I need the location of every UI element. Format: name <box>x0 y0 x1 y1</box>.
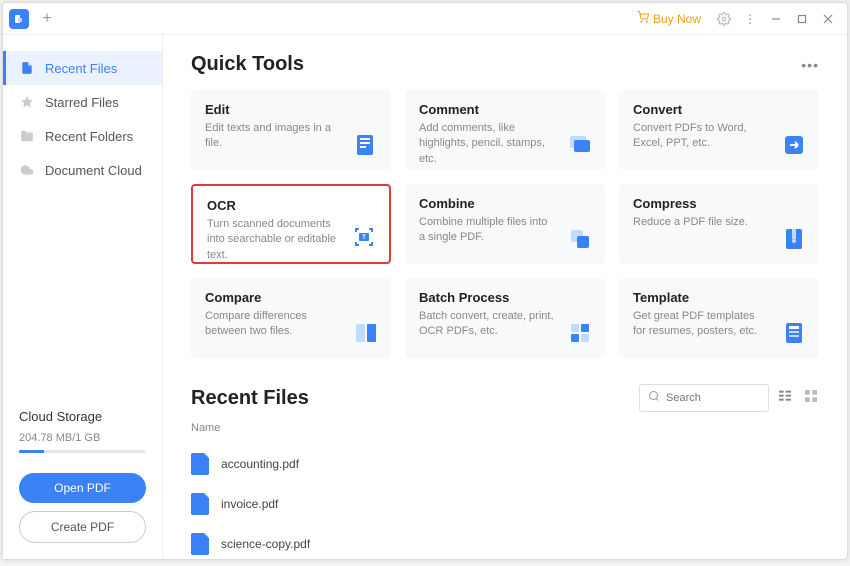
storage-value: 204.78 MB/1 GB <box>19 432 146 444</box>
sidebar-item-label: Document Cloud <box>45 163 142 178</box>
sidebar-item-recent-files[interactable]: Recent Files <box>3 51 162 85</box>
tool-compress[interactable]: Compress Reduce a PDF file size. <box>619 184 819 264</box>
column-header-name: Name <box>191 422 819 434</box>
cloud-storage: Cloud Storage 204.78 MB/1 GB <box>3 397 162 465</box>
buy-now-link[interactable]: Buy Now <box>637 11 701 26</box>
cart-icon <box>637 11 649 26</box>
tool-title: Convert <box>633 102 805 117</box>
convert-icon <box>781 132 807 158</box>
file-row[interactable]: science-copy.pdf <box>191 524 819 559</box>
sidebar-item-starred-files[interactable]: Starred Files <box>3 85 162 119</box>
grid-view-icon[interactable] <box>803 388 819 409</box>
cloud-icon <box>19 162 35 178</box>
new-tab-button[interactable]: + <box>37 9 57 29</box>
file-name: science-copy.pdf <box>221 537 310 551</box>
tool-desc: Get great PDF templates for resumes, pos… <box>633 309 805 340</box>
pdf-file-icon <box>191 493 209 515</box>
edit-icon <box>353 132 379 158</box>
buy-now-label: Buy Now <box>653 12 701 26</box>
sidebar: Recent Files Starred Files Recent Folder… <box>3 35 163 559</box>
tool-batch-process[interactable]: Batch Process Batch convert, create, pri… <box>405 278 605 358</box>
settings-gear-icon[interactable] <box>711 6 737 32</box>
template-icon <box>781 320 807 346</box>
minimize-button[interactable] <box>763 6 789 32</box>
search-box[interactable] <box>639 384 769 412</box>
tool-combine[interactable]: Combine Combine multiple files into a si… <box>405 184 605 264</box>
tool-desc: Add comments, like highlights, pencil, s… <box>419 121 591 167</box>
star-icon <box>19 94 35 110</box>
tool-title: Compare <box>205 290 377 305</box>
create-pdf-button[interactable]: Create PDF <box>19 511 146 543</box>
comment-icon <box>567 132 593 158</box>
titlebar: + Buy Now ⋮ <box>3 3 847 35</box>
app-logo-icon <box>9 9 29 29</box>
compress-icon <box>781 226 807 252</box>
sidebar-item-document-cloud[interactable]: Document Cloud <box>3 153 162 187</box>
tool-title: Template <box>633 290 805 305</box>
open-pdf-button[interactable]: Open PDF <box>19 473 146 503</box>
more-menu-icon[interactable]: ••• <box>801 57 819 73</box>
compare-icon <box>353 320 379 346</box>
combine-icon <box>567 226 593 252</box>
close-button[interactable] <box>815 6 841 32</box>
maximize-button[interactable] <box>789 6 815 32</box>
sidebar-item-label: Starred Files <box>45 95 119 110</box>
file-name: accounting.pdf <box>221 457 299 471</box>
pdf-file-icon <box>191 533 209 555</box>
tool-compare[interactable]: Compare Compare differences between two … <box>191 278 391 358</box>
ocr-icon: T <box>351 224 377 250</box>
file-row[interactable]: accounting.pdf <box>191 444 819 484</box>
pdf-file-icon <box>191 453 209 475</box>
tool-title: Combine <box>419 196 591 211</box>
tool-title: Batch Process <box>419 290 591 305</box>
tool-comment[interactable]: Comment Add comments, like highlights, p… <box>405 90 605 170</box>
list-view-icon[interactable] <box>777 388 793 409</box>
search-input[interactable] <box>666 392 756 404</box>
quick-tools-grid: Edit Edit texts and images in a file. Co… <box>191 90 819 358</box>
svg-text:T: T <box>362 235 366 241</box>
tool-desc: Combine multiple files into a single PDF… <box>419 215 591 246</box>
tool-ocr[interactable]: OCR Turn scanned documents into searchab… <box>191 184 391 264</box>
tool-desc: Batch convert, create, print, OCR PDFs, … <box>419 309 591 340</box>
tool-edit[interactable]: Edit Edit texts and images in a file. <box>191 90 391 170</box>
search-icon <box>648 389 660 407</box>
file-name: invoice.pdf <box>221 497 278 511</box>
batch-icon <box>567 320 593 346</box>
tool-template[interactable]: Template Get great PDF templates for res… <box>619 278 819 358</box>
tool-desc: Convert PDFs to Word, Excel, PPT, etc. <box>633 121 805 152</box>
folder-icon <box>19 128 35 144</box>
tool-convert[interactable]: Convert Convert PDFs to Word, Excel, PPT… <box>619 90 819 170</box>
main-content: Quick Tools ••• Edit Edit texts and imag… <box>163 35 847 559</box>
tool-title: Compress <box>633 196 805 211</box>
tool-title: Edit <box>205 102 377 117</box>
file-row[interactable]: invoice.pdf <box>191 484 819 524</box>
tool-title: Comment <box>419 102 591 117</box>
quick-tools-title: Quick Tools <box>191 53 801 76</box>
recent-files-title: Recent Files <box>191 387 631 410</box>
sidebar-item-recent-folders[interactable]: Recent Folders <box>3 119 162 153</box>
storage-progress <box>19 450 146 453</box>
file-icon <box>19 60 35 76</box>
tool-desc: Edit texts and images in a file. <box>205 121 377 152</box>
sidebar-item-label: Recent Files <box>45 61 117 76</box>
tool-title: OCR <box>207 198 375 213</box>
tool-desc: Turn scanned documents into searchable o… <box>207 217 375 263</box>
tool-desc: Compare differences between two files. <box>205 309 377 340</box>
app-window: + Buy Now ⋮ Recent Files <box>2 2 848 560</box>
tool-desc: Reduce a PDF file size. <box>633 215 805 230</box>
storage-label: Cloud Storage <box>19 409 146 424</box>
sidebar-item-label: Recent Folders <box>45 129 133 144</box>
kebab-menu-icon[interactable]: ⋮ <box>737 6 763 32</box>
